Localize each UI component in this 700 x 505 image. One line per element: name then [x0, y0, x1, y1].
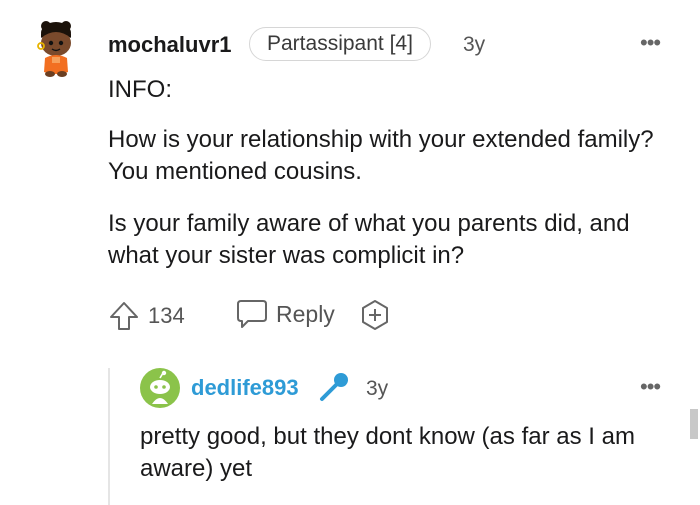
- comment-paragraph-3: Is your family aware of what you parents…: [108, 210, 630, 269]
- upvote-arrow-icon[interactable]: [108, 300, 140, 332]
- reply-author[interactable]: dedlife893: [191, 375, 299, 401]
- reply-text: pretty good, but they dont know (as far …: [140, 423, 635, 482]
- comment-paragraph-2: How is your relationship with your exten…: [108, 126, 654, 185]
- comment-age: 3y: [463, 33, 486, 56]
- snoo-avatar-icon[interactable]: [32, 18, 80, 78]
- comment-actions: 134 Reply: [108, 296, 428, 336]
- more-options-icon[interactable]: •••: [640, 32, 661, 54]
- more-options-icon[interactable]: •••: [640, 376, 661, 398]
- user-flair-badge: Partassipant [4]: [249, 27, 431, 61]
- reply-button[interactable]: Reply: [276, 301, 335, 328]
- award-plus-icon[interactable]: [359, 299, 391, 331]
- snoo-avatar-icon[interactable]: [140, 368, 180, 408]
- vote-score: 134: [148, 303, 185, 328]
- comment-paragraph-1: INFO:: [108, 76, 172, 103]
- scrollbar-thumb[interactable]: [690, 409, 698, 439]
- speech-bubble-icon[interactable]: [235, 298, 269, 330]
- microphone-icon: [320, 373, 348, 401]
- comment-author[interactable]: mochaluvr1: [108, 32, 232, 58]
- thread-line[interactable]: [108, 368, 110, 505]
- reply-age: 3y: [366, 377, 389, 400]
